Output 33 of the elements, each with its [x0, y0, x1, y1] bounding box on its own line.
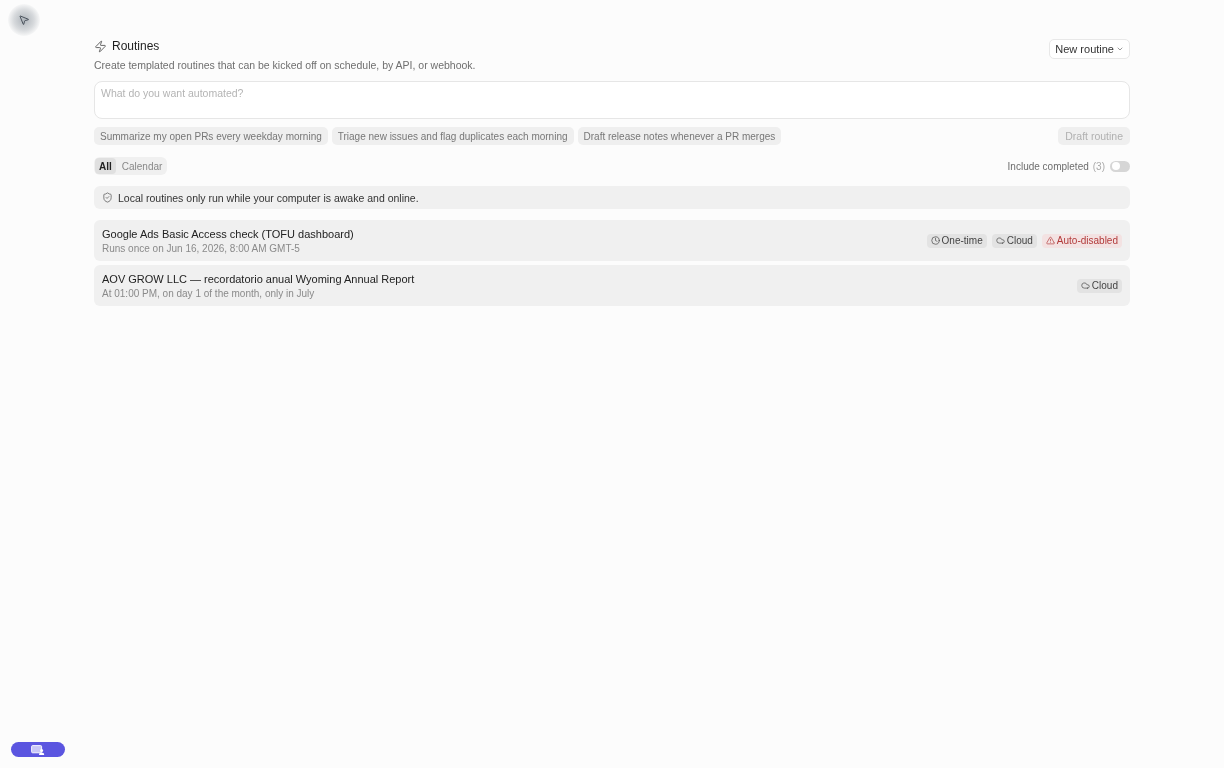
monitor-user-icon: [31, 744, 45, 755]
notice-text: Local routines only run while your computer is awake and online.: [118, 191, 419, 204]
filter-tab[interactable]: All: [95, 158, 116, 174]
routine-schedule: Runs once on Jun 16, 2026, 8:00 AM GMT-5: [102, 242, 301, 254]
routine-tag: Cloud: [1076, 278, 1122, 293]
suggestion-chip[interactable]: Triage new issues and flag duplicates each morning: [331, 127, 574, 145]
cloud-icon: [995, 236, 1005, 245]
caret-icon: [1116, 45, 1124, 53]
routine-card[interactable]: Google Ads Basic Access check (TOFU dashboard) Runs once on Jun 16, 2026, 8:00 AM GMT-5 One-time Cloud Auto-disabled: [94, 220, 1130, 261]
routine-card[interactable]: AOV GROW LLC — recordatorio anual Wyoming Annual Report At 01:00 PM, on day 1 of the month, only in July Cloud: [94, 265, 1130, 306]
cloud-icon: [1080, 281, 1090, 290]
screen-share-button[interactable]: [11, 742, 65, 757]
routine-tag: One-time: [926, 233, 987, 248]
shield-icon: [102, 192, 113, 203]
filter-tab[interactable]: Calendar: [117, 158, 167, 174]
include-completed-toggle[interactable]: [1110, 160, 1130, 172]
cursor-icon: [18, 14, 30, 26]
bolt-icon: [94, 39, 107, 53]
page-subtitle: Create templated routines that can be kicked off on schedule, by API, or webhook.: [94, 59, 476, 71]
routine-tag: Auto-disabled: [1041, 233, 1122, 248]
completed-count: (3): [1092, 160, 1105, 172]
page-title: Routines: [112, 39, 160, 53]
routine-title: Google Ads Basic Access check (TOFU dashboard): [102, 227, 354, 240]
new-routine-button[interactable]: New routine: [1049, 39, 1130, 59]
routine-tag: Cloud: [991, 233, 1037, 248]
warning-icon: [1045, 236, 1055, 245]
include-completed-label: Include completed: [1007, 160, 1089, 172]
routine-schedule: At 01:00 PM, on day 1 of the month, only in July: [102, 287, 316, 299]
suggestion-chip[interactable]: Draft release notes whenever a PR merges: [577, 127, 782, 145]
clock-icon: [930, 236, 940, 245]
prompt-field[interactable]: What do you want automated?: [94, 81, 1130, 119]
suggestion-chip[interactable]: Summarize my open PRs every weekday morning: [94, 127, 328, 145]
routine-title: AOV GROW LLC — recordatorio anual Wyoming Annual Report: [102, 272, 415, 285]
